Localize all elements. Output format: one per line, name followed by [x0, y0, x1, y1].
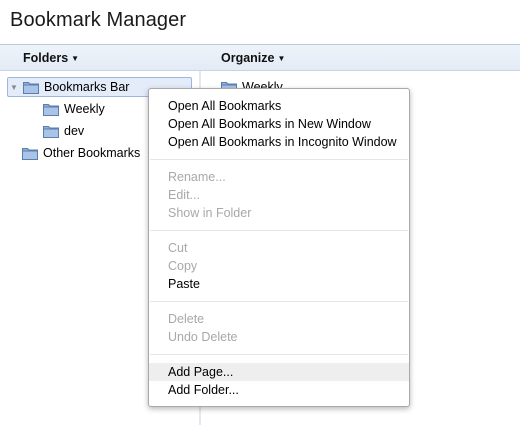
tree-item-label: Bookmarks Bar: [44, 80, 130, 94]
tree-item-label: Weekly: [64, 102, 105, 116]
menu-item-delete[interactable]: Delete: [149, 310, 409, 328]
organize-menu-button[interactable]: Organize ▼: [221, 51, 285, 65]
menu-item-open-all-bookmarks[interactable]: Open All Bookmarks: [149, 97, 409, 115]
menu-item-copy[interactable]: Copy: [149, 257, 409, 275]
menu-separator: [150, 230, 408, 231]
menu-item-paste[interactable]: Paste: [149, 275, 409, 293]
menu-item-add-page[interactable]: Add Page...: [149, 363, 409, 381]
folder-icon: [43, 125, 59, 138]
folder-icon: [23, 81, 39, 94]
menu-separator: [150, 354, 408, 355]
folders-menu-button[interactable]: Folders ▼: [23, 51, 79, 65]
folder-icon: [43, 103, 59, 116]
tree-item-other-bookmarks[interactable]: Other Bookmarks: [22, 143, 140, 163]
menu-item-open-all-in-new-window[interactable]: Open All Bookmarks in New Window: [149, 115, 409, 133]
app-title: Bookmark Manager: [10, 9, 187, 31]
menu-item-add-folder[interactable]: Add Folder...: [149, 381, 409, 399]
tree-item-label: Other Bookmarks: [43, 146, 141, 160]
caret-down-icon: ▼: [277, 54, 286, 63]
menu-item-show-in-folder[interactable]: Show in Folder: [149, 204, 409, 222]
context-menu: Open All Bookmarks Open All Bookmarks in…: [148, 88, 410, 407]
menu-item-rename[interactable]: Rename...: [149, 168, 409, 186]
caret-down-icon: ▼: [71, 54, 80, 63]
expand-triangle-icon[interactable]: ▼: [8, 83, 20, 92]
menu-separator: [150, 159, 408, 160]
organize-menu-label: Organize: [221, 51, 275, 65]
tree-item-weekly[interactable]: Weekly: [43, 99, 105, 119]
menu-separator: [150, 301, 408, 302]
menu-item-open-all-in-incognito[interactable]: Open All Bookmarks in Incognito Window: [149, 133, 409, 151]
menu-item-edit[interactable]: Edit...: [149, 186, 409, 204]
folder-icon: [22, 147, 38, 160]
tree-item-dev[interactable]: dev: [43, 121, 84, 141]
menu-item-cut[interactable]: Cut: [149, 239, 409, 257]
menu-item-undo-delete[interactable]: Undo Delete: [149, 328, 409, 346]
folders-menu-label: Folders: [23, 51, 69, 65]
tree-item-label: dev: [64, 124, 85, 138]
toolbar: Folders ▼ Organize ▼: [0, 44, 520, 71]
